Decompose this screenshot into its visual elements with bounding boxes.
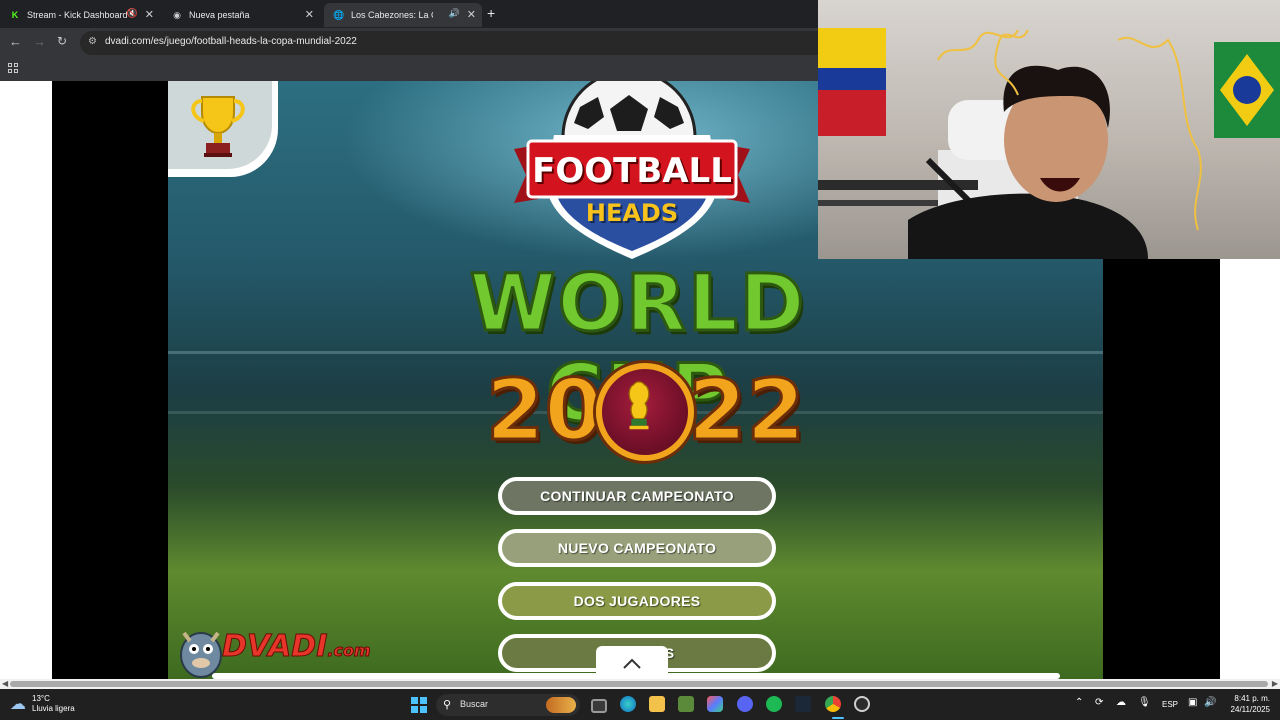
year-right: 22 bbox=[687, 360, 807, 461]
clock-time: 8:41 p. m. bbox=[1234, 694, 1270, 703]
chevron-up-icon bbox=[623, 658, 641, 669]
network-icon[interactable]: ▣ bbox=[1188, 697, 1197, 708]
year-left: 20 bbox=[485, 360, 605, 461]
continue-championship-button[interactable]: CONTINUAR CAMPEONATO bbox=[498, 477, 776, 515]
football-heads-logo bbox=[514, 135, 750, 259]
system-clock[interactable]: 8:41 p. m. 24/11/2025 bbox=[1226, 693, 1270, 715]
scroll-right-icon[interactable]: ▶ bbox=[1272, 679, 1278, 688]
horizontal-scrollbar[interactable]: ◀ ▶ bbox=[0, 679, 1280, 689]
streamer-camera-feed bbox=[818, 28, 1280, 259]
globe-icon: 🌐 bbox=[333, 9, 345, 20]
trophy-icon bbox=[191, 96, 245, 157]
new-championship-button[interactable]: NUEVO CAMPEONATO bbox=[498, 529, 776, 567]
apps-grid-icon[interactable] bbox=[8, 63, 18, 73]
scrollbar-thumb[interactable] bbox=[10, 681, 1268, 687]
microphone-icon[interactable]: 🎙 bbox=[1138, 697, 1151, 708]
reload-button[interactable]: ↻ bbox=[57, 34, 67, 48]
search-placeholder: Buscar bbox=[460, 699, 489, 709]
minecraft-icon[interactable] bbox=[678, 696, 694, 712]
task-view-icon[interactable] bbox=[591, 699, 607, 713]
steam-icon[interactable] bbox=[795, 696, 811, 712]
url-text[interactable]: dvadi.com/es/juego/football-heads-la-cop… bbox=[105, 36, 357, 47]
rain-cloud-icon: ☁ bbox=[10, 696, 26, 713]
language-indicator[interactable]: ESP bbox=[1162, 700, 1178, 709]
tab-kick-dashboard[interactable]: K Stream - Kick Dashboard 🔇 ✕ bbox=[0, 3, 160, 27]
dvadi-mascot-icon bbox=[180, 631, 222, 678]
edge-icon[interactable] bbox=[620, 696, 636, 712]
scroll-left-icon[interactable]: ◀ bbox=[2, 679, 8, 688]
copilot-icon[interactable] bbox=[707, 696, 723, 712]
weather-description: Lluvia ligera bbox=[32, 704, 75, 713]
logo-title: FOOTBALL bbox=[532, 151, 732, 191]
year-title: 20 22 bbox=[478, 360, 806, 461]
brand-name: DVADI.com bbox=[221, 629, 371, 665]
site-settings-icon[interactable]: ⚙ bbox=[88, 36, 97, 47]
two-players-button[interactable]: DOS JUGADORES bbox=[498, 582, 776, 620]
close-tab-icon[interactable]: ✕ bbox=[305, 8, 314, 21]
tab-new-tab[interactable]: ◉ Nueva pestaña ✕ bbox=[162, 3, 320, 27]
mute-icon[interactable]: 🔇 bbox=[127, 8, 138, 19]
chrome-icon[interactable] bbox=[825, 696, 841, 712]
active-app-indicator bbox=[832, 717, 844, 719]
weather-temperature: 13°C bbox=[32, 694, 50, 703]
world-cup-trophy-icon bbox=[596, 363, 694, 461]
windows-start-icon[interactable] bbox=[411, 697, 427, 713]
discord-icon[interactable] bbox=[737, 696, 753, 712]
sync-icon[interactable]: ⟳ bbox=[1095, 697, 1103, 708]
trophy-button[interactable] bbox=[168, 81, 278, 177]
address-bar[interactable]: ⚙ dvadi.com/es/juego/football-heads-la-c… bbox=[80, 31, 818, 55]
clock-date: 24/11/2025 bbox=[1230, 705, 1270, 714]
tab-label: Nueva pestaña bbox=[189, 10, 250, 20]
search-highlight-icon bbox=[546, 697, 576, 713]
close-tab-icon[interactable]: ✕ bbox=[145, 8, 154, 21]
taskbar-search[interactable]: ⚲ Buscar bbox=[436, 694, 580, 716]
onedrive-icon[interactable]: ☁ bbox=[1116, 697, 1126, 708]
search-icon: ⚲ bbox=[443, 699, 452, 711]
logo-subtitle: HEADS bbox=[585, 199, 679, 227]
close-tab-icon[interactable]: ✕ bbox=[467, 8, 476, 21]
file-explorer-icon[interactable] bbox=[649, 696, 665, 712]
obs-icon[interactable] bbox=[854, 696, 870, 712]
dvadi-logo[interactable]: DVADI.com bbox=[176, 621, 406, 679]
forward-button[interactable]: → bbox=[33, 34, 46, 49]
volume-icon[interactable]: 🔊 bbox=[1204, 697, 1216, 708]
tab-label: Los Cabezones: La Copa M bbox=[351, 10, 433, 20]
windows-taskbar: ☁ 13°C Lluvia ligera ⚲ Buscar ⌃ ⟳ ☁ 🎙 ES… bbox=[0, 689, 1280, 720]
bookmarks-bar bbox=[0, 58, 818, 81]
new-tab-button[interactable]: + bbox=[487, 5, 495, 21]
chrome-icon: ◉ bbox=[173, 9, 181, 20]
chevron-up-icon[interactable]: ⌃ bbox=[1075, 697, 1083, 708]
spotify-icon[interactable] bbox=[766, 696, 782, 712]
kick-icon: K bbox=[11, 10, 19, 20]
back-button[interactable]: ← bbox=[9, 34, 22, 49]
speaker-icon[interactable]: 🔊 bbox=[449, 8, 460, 19]
weather-widget[interactable]: ☁ 13°C Lluvia ligera bbox=[10, 694, 75, 714]
browser-toolbar: ← → ↻ ⚙ dvadi.com/es/juego/football-head… bbox=[0, 28, 818, 58]
browser-tab-bar: K Stream - Kick Dashboard 🔇 ✕ ◉ Nueva pe… bbox=[0, 0, 818, 28]
webcam-overlay bbox=[818, 0, 1280, 259]
tab-football-heads[interactable]: 🌐 Los Cabezones: La Copa M 🔊 ✕ bbox=[324, 3, 482, 27]
tab-label: Stream - Kick Dashboard bbox=[27, 10, 128, 20]
